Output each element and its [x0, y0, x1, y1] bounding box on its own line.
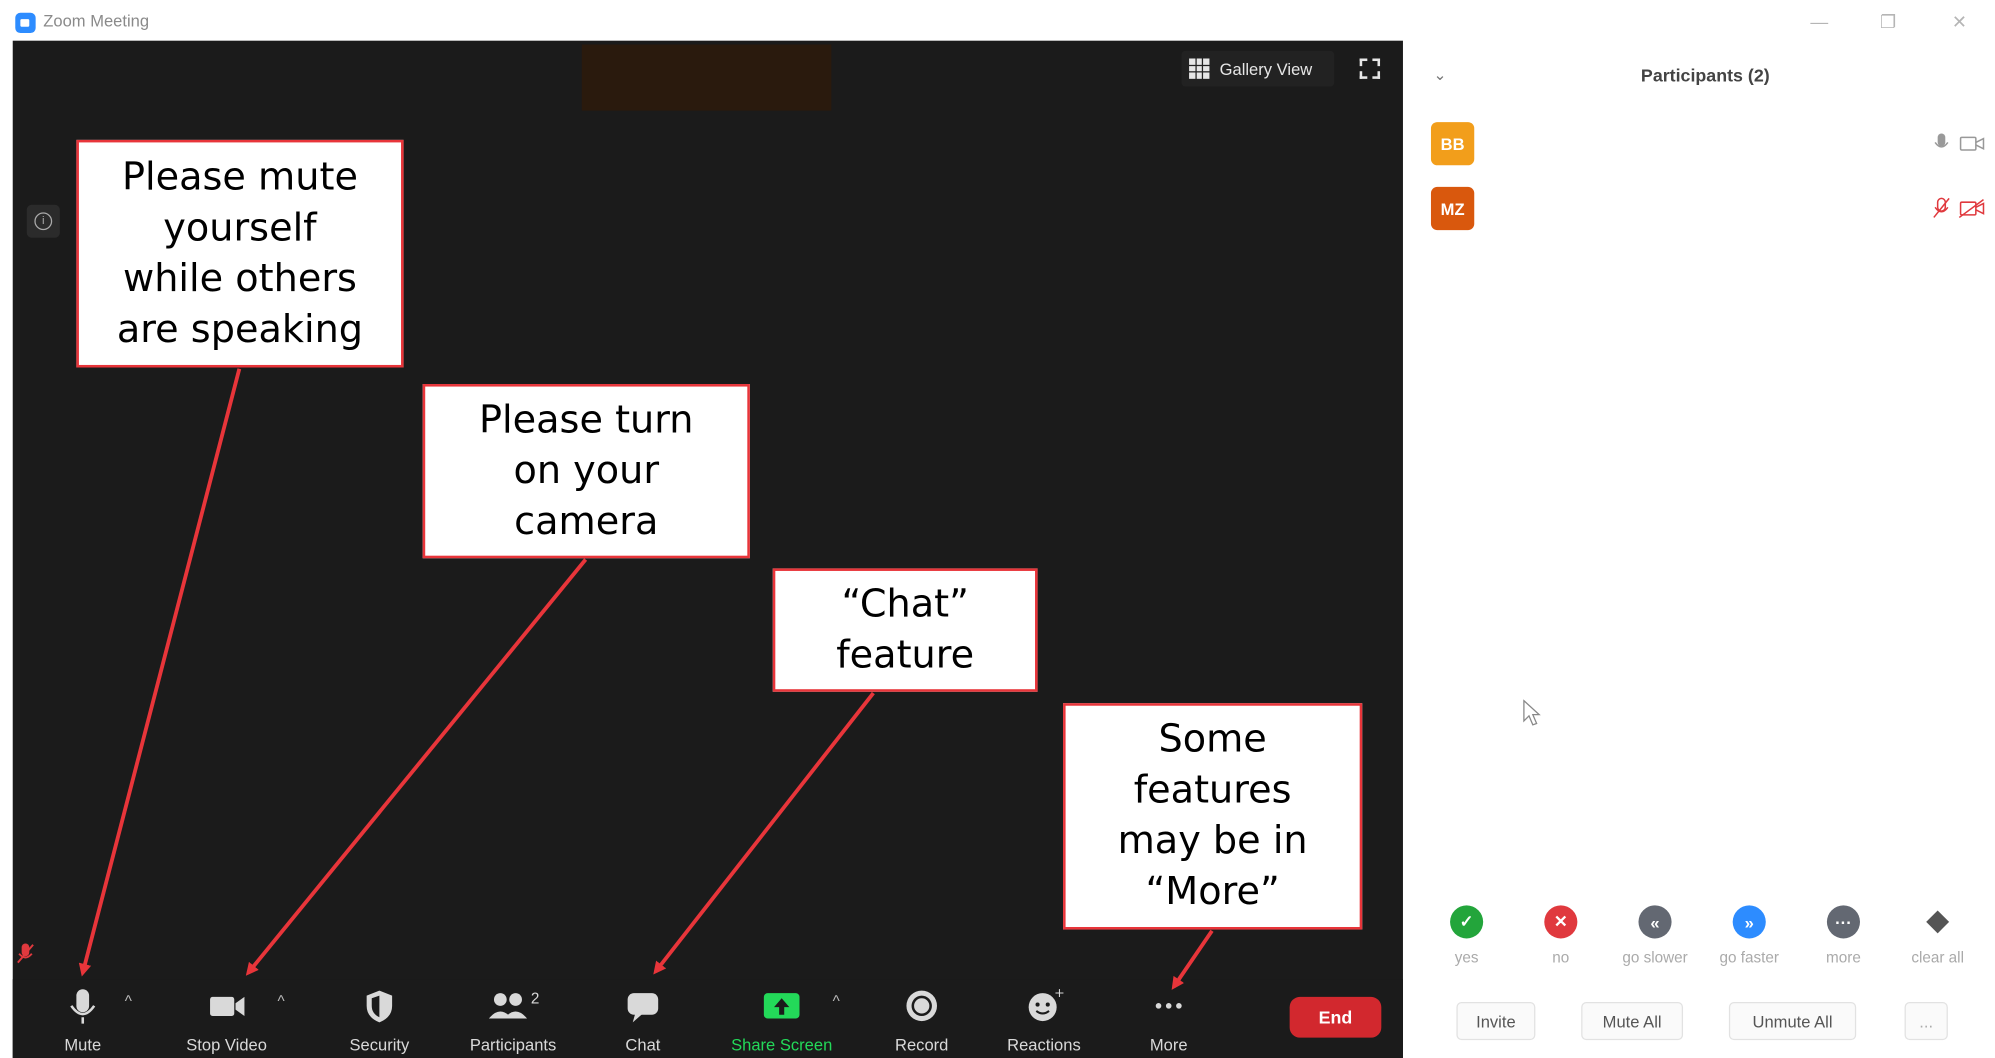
eraser-icon — [1926, 910, 1950, 934]
record-label: Record — [895, 1035, 949, 1055]
chat-callout: “Chat” feature — [772, 568, 1038, 692]
dots-icon: ··· — [1826, 905, 1860, 939]
unmute-all-button[interactable]: Unmute All — [1728, 1002, 1857, 1041]
share-screen-icon — [763, 993, 800, 1019]
chat-bubble-icon — [627, 993, 659, 1023]
title-bar: Zoom Meeting — ❐ ✕ — [0, 0, 1995, 41]
check-icon: ✓ — [1450, 905, 1484, 939]
callout-line: feature — [836, 632, 975, 678]
more-label: More — [1149, 1035, 1188, 1055]
callout-line: camera — [514, 499, 659, 544]
callout-line: while others — [122, 256, 357, 301]
gallery-view-button[interactable]: Gallery View — [1181, 50, 1335, 87]
feedback-label: go faster — [1719, 948, 1779, 967]
minimize-button[interactable]: — — [1803, 8, 1836, 36]
feedback-label: no — [1552, 948, 1570, 967]
close-button[interactable]: ✕ — [1943, 8, 1976, 36]
callout-line: yourself — [163, 205, 317, 250]
mouse-cursor-icon — [1523, 699, 1541, 726]
callout-line: may be in — [1117, 818, 1308, 864]
more-callout: Some features may be in “More” — [1063, 703, 1363, 930]
participants-count: 2 — [530, 989, 540, 1008]
fullscreen-icon[interactable] — [1357, 56, 1382, 81]
microphone-icon — [70, 989, 96, 1024]
mute-callout: Please mute yourself while others are sp… — [76, 139, 404, 368]
callout-line: Please mute — [121, 154, 358, 200]
gallery-view-label: Gallery View — [1219, 59, 1313, 79]
zoom-logo-icon — [15, 12, 36, 34]
video-tile — [581, 44, 832, 111]
muted-mic-icon — [17, 943, 34, 964]
security-button[interactable]: Security — [341, 979, 417, 1058]
callout-line: Please turn — [479, 397, 694, 442]
grid-icon — [1189, 58, 1210, 79]
feedback-no[interactable]: ✕ no — [1525, 905, 1596, 966]
panel-title: Participants (2) — [1640, 64, 1770, 86]
participants-label: Participants — [469, 1035, 557, 1055]
callout-line: on your — [513, 448, 660, 493]
panel-more-button[interactable]: ... — [1904, 1002, 1948, 1041]
camera-callout: Please turn on your camera — [422, 384, 750, 559]
participants-button[interactable]: 2 Participants — [456, 979, 571, 1058]
participant-row[interactable]: MZ — [1428, 184, 1988, 231]
restore-button[interactable]: ❐ — [1871, 8, 1904, 36]
participants-icon: 2 — [483, 984, 544, 1027]
chat-label: Chat — [625, 1035, 661, 1055]
participant-status-icons — [1934, 133, 1985, 151]
feedback-label: more — [1826, 948, 1861, 967]
record-icon — [906, 990, 938, 1022]
fast-forward-icon: » — [1732, 905, 1766, 939]
record-button[interactable]: Record — [889, 979, 955, 1058]
feedback-label: go slower — [1622, 948, 1688, 967]
svg-text:+: + — [1054, 985, 1065, 1000]
participant-row[interactable]: BB — [1428, 120, 1988, 166]
share-options-caret-icon[interactable]: ^ — [833, 992, 840, 1010]
invite-button[interactable]: Invite — [1456, 1002, 1536, 1041]
feedback-label: clear all — [1911, 948, 1964, 967]
chat-button[interactable]: Chat — [611, 979, 675, 1058]
callout-line: are speaking — [116, 307, 364, 352]
avatar: MZ — [1430, 186, 1475, 231]
window-title: Zoom Meeting — [43, 11, 150, 31]
feedback-clear-all[interactable]: clear all — [1902, 905, 1973, 966]
feedback-label: yes — [1454, 948, 1479, 967]
participant-muted-icons — [1933, 197, 1985, 219]
video-camera-icon — [210, 996, 245, 1017]
emoji-icon: + — [1028, 985, 1065, 1022]
reactions-button[interactable]: + Reactions — [999, 979, 1088, 1058]
callout-line: “Chat” — [841, 581, 969, 627]
avatar: BB — [1430, 122, 1475, 166]
mute-options-caret-icon[interactable]: ^ — [125, 992, 132, 1010]
video-options-caret-icon[interactable]: ^ — [278, 992, 285, 1010]
end-meeting-button[interactable]: End — [1289, 996, 1382, 1038]
feedback-more[interactable]: ··· more — [1808, 905, 1879, 966]
share-screen-button[interactable]: Share Screen — [721, 979, 843, 1058]
callout-line: “More” — [1145, 869, 1280, 915]
mute-all-button[interactable]: Mute All — [1581, 1002, 1684, 1041]
rewind-icon: « — [1638, 905, 1672, 939]
info-icon[interactable] — [26, 204, 60, 238]
callout-line: Some — [1158, 717, 1267, 762]
mute-button[interactable]: Mute — [51, 979, 115, 1058]
feedback-yes[interactable]: ✓ yes — [1431, 905, 1502, 966]
security-label: Security — [349, 1035, 410, 1055]
shield-icon — [366, 990, 393, 1023]
callout-line: features — [1133, 768, 1292, 813]
x-icon: ✕ — [1544, 905, 1578, 939]
feedback-go-slower[interactable]: « go slower — [1619, 905, 1690, 966]
feedback-go-faster[interactable]: » go faster — [1714, 905, 1785, 966]
stop-video-label: Stop Video — [186, 1035, 267, 1055]
stop-video-button[interactable]: Stop Video — [176, 979, 278, 1058]
participants-panel: ⌄ Participants (2) BB MZ ✓ yes ✕ no « go… — [1415, 40, 1995, 1058]
share-screen-label: Share Screen — [731, 1035, 833, 1055]
reactions-label: Reactions — [1007, 1035, 1081, 1055]
more-dots-icon — [1155, 1003, 1182, 1009]
more-button[interactable]: More — [1138, 979, 1199, 1058]
mute-label: Mute — [64, 1035, 102, 1055]
meeting-toolbar: Mute ^ Stop Video ^ Security 2 Participa… — [12, 979, 1403, 1058]
